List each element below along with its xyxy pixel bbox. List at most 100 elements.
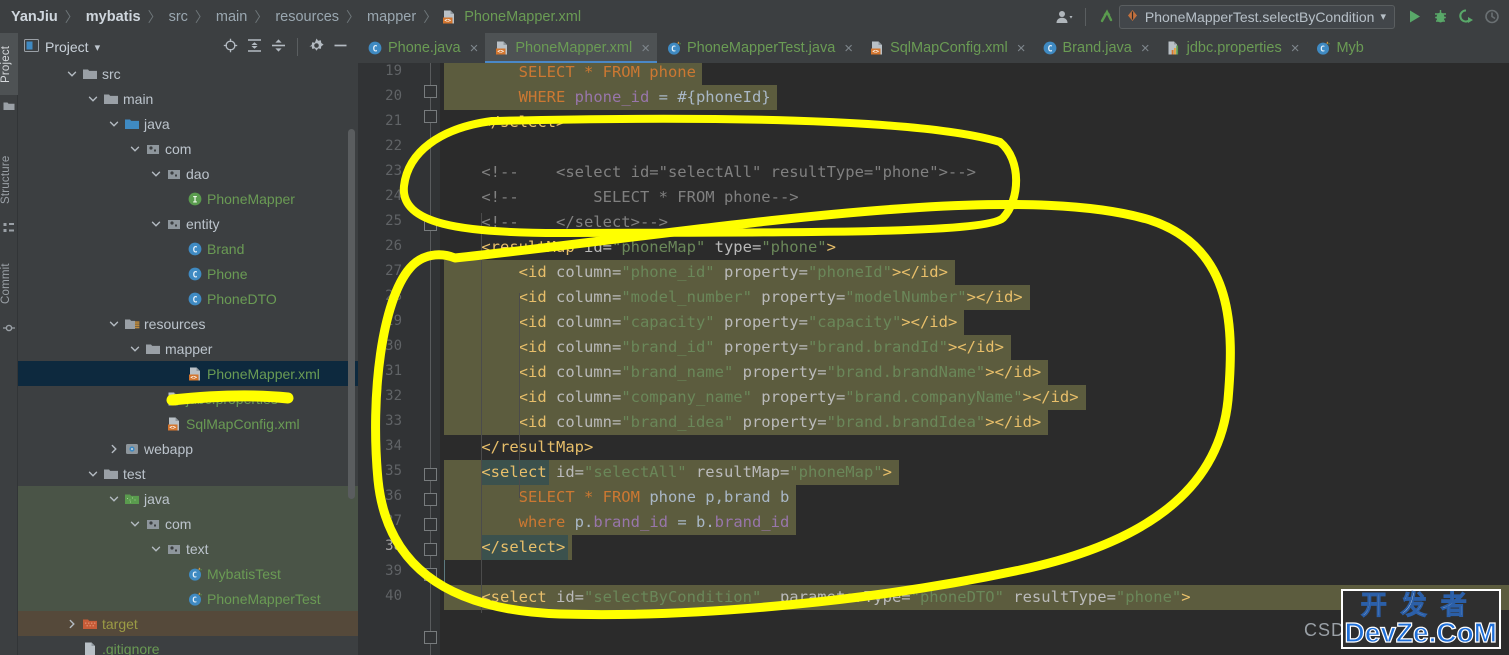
code-line[interactable]: where p.brand_id = b.brand_id (444, 510, 790, 535)
profiler-icon[interactable] (1479, 4, 1505, 30)
code-text[interactable]: SELECT * FROM phone WHERE phone_id = #{p… (440, 63, 1509, 655)
run-coverage-icon[interactable] (1453, 4, 1479, 30)
project-scrollbar[interactable] (348, 129, 355, 499)
code-line[interactable]: <resultMap id="phoneMap" type="phone"> (444, 235, 836, 260)
editor-tab-phonemapper-xml[interactable]: <> PhoneMapper.xml × (485, 33, 657, 63)
breadcrumb-item-mybatis[interactable]: mybatis (83, 9, 144, 25)
code-line[interactable]: SELECT * FROM phone (444, 63, 696, 85)
fold-marker[interactable] (424, 493, 437, 506)
expand-all-icon[interactable] (247, 38, 262, 56)
code-line[interactable]: <id column="capacity" property="capacity… (444, 310, 958, 335)
settings-gear-icon[interactable] (309, 38, 324, 56)
editor-tab-sqlmapconfig-xml[interactable]: <> SqlMapConfig.xml × (860, 33, 1032, 63)
fold-marker[interactable] (424, 110, 437, 123)
fold-marker[interactable] (424, 543, 437, 556)
debug-bug-icon[interactable] (1427, 4, 1453, 30)
editor-tab-phonemappertest-java[interactable]: C PhoneMapperTest.java × (657, 33, 860, 63)
code-line[interactable]: <id column="brand_id" property="brand.br… (444, 335, 1004, 360)
chevron-down-icon[interactable]: ▾ (1380, 10, 1386, 23)
editor-tab-brand-java[interactable]: C Brand.java × (1033, 33, 1157, 63)
close-icon[interactable]: × (470, 40, 479, 57)
tree-item-mapper[interactable]: mapper (18, 336, 358, 361)
chevron-down-icon[interactable]: ▾ (95, 41, 101, 54)
breadcrumb-item-yanjiu[interactable]: YanJiu (8, 9, 61, 25)
code-line[interactable]: WHERE phone_id = #{phoneId} (444, 85, 771, 110)
code-folding-column[interactable] (422, 63, 445, 655)
fold-marker[interactable] (424, 85, 437, 98)
sidebar-item-structure[interactable]: Structure (0, 143, 18, 217)
chevron-down-icon[interactable] (108, 117, 122, 131)
tree-item-phone[interactable]: C Phone (18, 261, 358, 286)
breadcrumb[interactable]: YanJiu 〉 mybatis 〉 src 〉 main 〉 resources 〉 mapper… (8, 7, 584, 27)
fold-marker[interactable] (424, 468, 437, 481)
close-icon[interactable]: × (1017, 40, 1026, 57)
sidebar-item-commit[interactable]: Commit (0, 251, 18, 317)
tree-item-src[interactable]: src (18, 61, 358, 86)
code-editor[interactable]: 19 20 21 22 23 24 25 26 27 28 29 30 31 32 33 34 35 36 37 38… (358, 63, 1509, 655)
breadcrumb-item-phonemapper-xml[interactable]: <> PhoneMapper.xml (441, 9, 584, 25)
tree-item-sqlmapconfig-xml[interactable]: <> SqlMapConfig.xml (18, 411, 358, 436)
chevron-right-icon[interactable] (108, 442, 122, 456)
code-line[interactable]: <select id="selectByCondition" parameter… (444, 585, 1190, 610)
code-line[interactable]: <id column="brand_idea" property="brand.… (444, 410, 1042, 435)
vcs-update-icon[interactable] (1093, 4, 1119, 30)
editor-tab-jdbc-properties[interactable]: jdbc.properties × (1157, 33, 1307, 63)
tree-item-target[interactable]: target (18, 611, 358, 636)
tree-item-com[interactable]: com (18, 511, 358, 536)
editor-tab-myb[interactable]: C Myb (1306, 33, 1370, 63)
tree-item-dao[interactable]: dao (18, 161, 358, 186)
tree-item-phonemappertest[interactable]: C PhoneMapperTest (18, 586, 358, 611)
close-icon[interactable]: × (1141, 40, 1150, 57)
close-icon[interactable]: × (1291, 40, 1300, 57)
editor-gutter[interactable]: 19 20 21 22 23 24 25 26 27 28 29 30 31 32 33 34 35 36 37 38… (358, 63, 445, 655)
chevron-right-icon[interactable] (66, 617, 80, 631)
tree-item-test[interactable]: test (18, 461, 358, 486)
chevron-down-icon[interactable] (150, 167, 164, 181)
editor-tab-bar[interactable]: C Phone.java × <> PhoneMapper.xml × C PhoneMapp… (358, 33, 1509, 63)
chevron-down-icon[interactable] (129, 142, 143, 156)
chevron-down-icon[interactable] (150, 542, 164, 556)
tree-item--gitignore[interactable]: .gitignore (18, 636, 358, 655)
hide-minimize-icon[interactable] (333, 38, 348, 56)
tree-item-brand[interactable]: C Brand (18, 236, 358, 261)
code-line[interactable]: <!-- </select>--> (444, 210, 668, 235)
chevron-down-icon[interactable] (108, 492, 122, 506)
fold-marker[interactable] (424, 631, 437, 644)
chevron-down-icon[interactable] (66, 67, 80, 81)
close-icon[interactable]: × (844, 40, 853, 57)
tree-item-com[interactable]: com (18, 136, 358, 161)
code-line[interactable]: </select> (444, 110, 565, 135)
code-line[interactable]: <!-- SELECT * FROM phone--> (444, 185, 798, 210)
breadcrumb-item-src[interactable]: src (166, 9, 191, 25)
tree-item-java[interactable]: java (18, 486, 358, 511)
breadcrumb-item-mapper[interactable]: mapper (364, 9, 419, 25)
code-line[interactable]: SELECT * FROM phone p,brand b (444, 485, 790, 510)
run-configuration-selector[interactable]: PhoneMapperTest.selectByCondition ▾ (1118, 4, 1395, 29)
chevron-down-icon[interactable] (129, 342, 143, 356)
fold-marker[interactable] (424, 218, 437, 231)
tree-item-phonedto[interactable]: C PhoneDTO (18, 286, 358, 311)
chevron-down-icon[interactable] (108, 317, 122, 331)
run-play-icon[interactable] (1401, 4, 1427, 30)
tree-item-mybatistest[interactable]: C MybatisTest (18, 561, 358, 586)
chevron-down-icon[interactable] (129, 517, 143, 531)
tree-item-phonemapper-xml[interactable]: <> PhoneMapper.xml (18, 361, 358, 386)
code-line[interactable]: <!-- <select id="selectAll" resultType="… (444, 160, 976, 185)
chevron-down-icon[interactable] (150, 217, 164, 231)
fold-marker[interactable] (424, 518, 437, 531)
tree-item-phonemapper[interactable]: I PhoneMapper (18, 186, 358, 211)
code-line[interactable]: <id column="brand_name" property="brand.… (444, 360, 1042, 385)
tree-item-resources[interactable]: resources (18, 311, 358, 336)
project-file-tree[interactable]: src main java com dao I PhoneMapper entity C Bran… (18, 61, 358, 655)
collapse-all-icon[interactable] (271, 38, 286, 56)
breadcrumb-item-resources[interactable]: resources (272, 9, 342, 25)
tree-item-jdbc-properties[interactable]: jdbc.properties (18, 386, 358, 411)
fold-marker[interactable] (424, 568, 437, 581)
tree-item-main[interactable]: main (18, 86, 358, 111)
tree-item-java[interactable]: java (18, 111, 358, 136)
close-icon[interactable]: × (641, 40, 650, 57)
tree-item-text[interactable]: text (18, 536, 358, 561)
chevron-down-icon[interactable] (87, 92, 101, 106)
editor-tab-phone-java[interactable]: C Phone.java × (358, 33, 485, 63)
code-line[interactable]: </select> (444, 535, 565, 560)
